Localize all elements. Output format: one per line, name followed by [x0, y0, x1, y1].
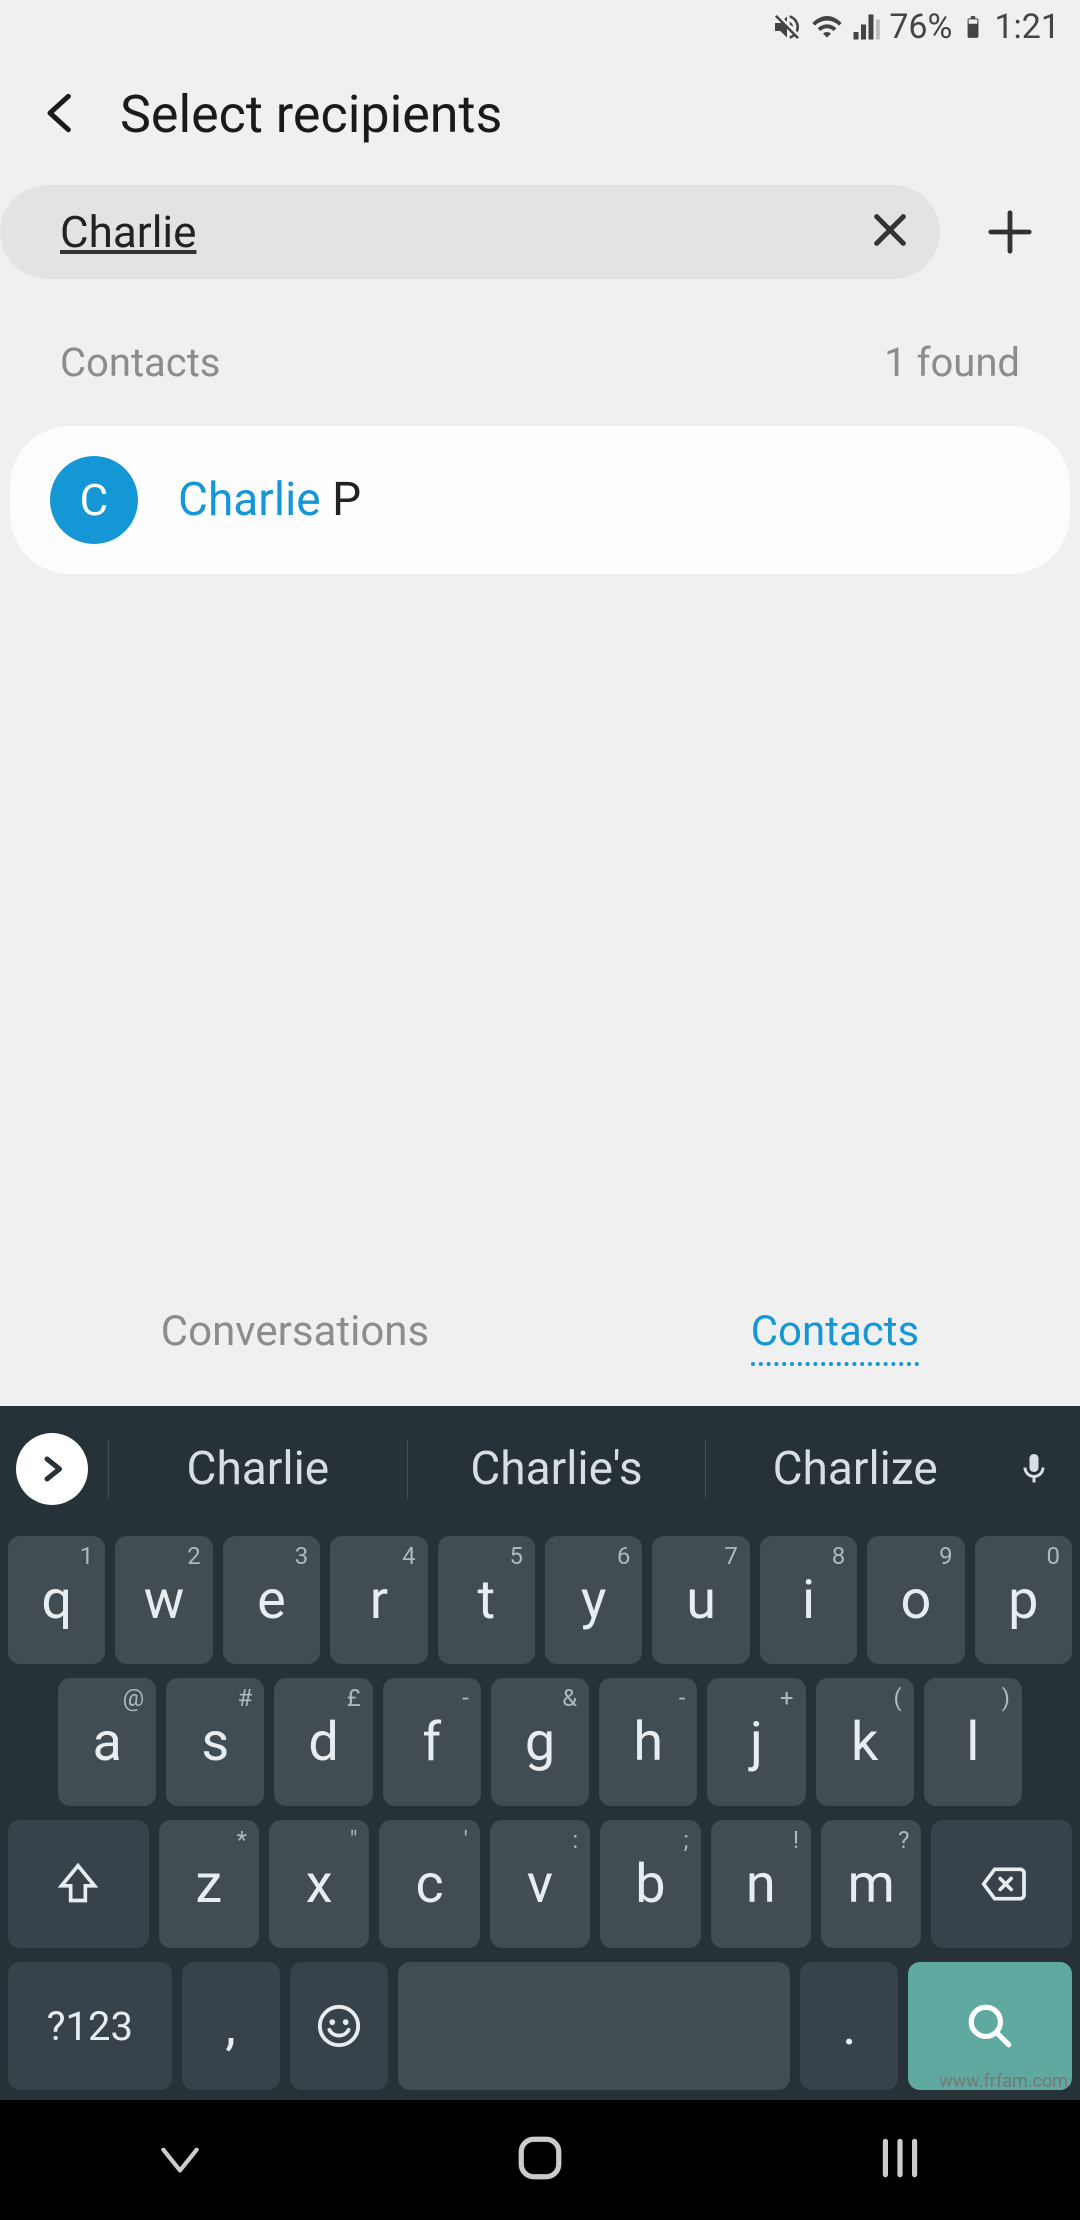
clock-text: 1:21 — [994, 7, 1060, 47]
key-row-3: z*x"c'v:b;n!m? — [8, 1820, 1072, 1948]
battery-icon — [960, 9, 986, 45]
shift-key[interactable] — [8, 1820, 149, 1948]
suggestion-1[interactable]: Charlie — [108, 1439, 407, 1499]
key-i[interactable]: i8 — [760, 1536, 857, 1664]
key-row-2: a@s#d£f-g&h-j+k(l) — [8, 1678, 1072, 1806]
key-x[interactable]: x" — [269, 1820, 369, 1948]
results-meta: Contacts 1 found — [0, 319, 1080, 406]
key-row-4: ?123 , . — [8, 1962, 1072, 2090]
comma-key[interactable]: , — [182, 1962, 280, 2090]
space-key[interactable] — [398, 1962, 791, 2090]
key-u[interactable]: u7 — [652, 1536, 749, 1664]
key-a[interactable]: a@ — [58, 1678, 156, 1806]
nav-home[interactable] — [515, 2133, 565, 2187]
suggestion-2[interactable]: Charlie's — [407, 1439, 706, 1499]
period-key[interactable]: . — [800, 1962, 898, 2090]
key-r[interactable]: r4 — [330, 1536, 427, 1664]
contact-name: Charlie P — [178, 473, 361, 527]
tab-conversations[interactable]: Conversations — [161, 1307, 429, 1366]
key-g[interactable]: g& — [491, 1678, 589, 1806]
spacer — [0, 594, 1080, 1277]
emoji-key[interactable] — [290, 1962, 388, 2090]
header: Select recipients — [0, 54, 1080, 185]
contact-row[interactable]: C Charlie P — [10, 426, 1070, 574]
expand-suggestions-button[interactable] — [16, 1433, 88, 1505]
section-label: Contacts — [60, 339, 220, 386]
nav-back[interactable] — [155, 2133, 205, 2187]
key-z[interactable]: z* — [159, 1820, 259, 1948]
signal-icon — [851, 12, 881, 42]
key-s[interactable]: s# — [166, 1678, 264, 1806]
symbols-key[interactable]: ?123 — [8, 1962, 172, 2090]
key-w[interactable]: w2 — [115, 1536, 212, 1664]
avatar: C — [50, 456, 138, 544]
key-k[interactable]: k( — [816, 1678, 914, 1806]
key-q[interactable]: q1 — [8, 1536, 105, 1664]
key-row-1: q1w2e3r4t5y6u7i8o9p0 — [8, 1536, 1072, 1664]
status-bar: 76% 1:21 — [0, 0, 1080, 54]
key-n[interactable]: n! — [711, 1820, 811, 1948]
battery-text: 76% — [889, 7, 952, 47]
add-button[interactable] — [960, 209, 1060, 255]
count-label: 1 found — [884, 339, 1020, 386]
key-h[interactable]: h- — [599, 1678, 697, 1806]
backspace-key[interactable] — [931, 1820, 1072, 1948]
key-m[interactable]: m? — [821, 1820, 921, 1948]
tabs: Conversations Contacts — [0, 1277, 1080, 1406]
key-d[interactable]: d£ — [274, 1678, 372, 1806]
key-e[interactable]: e3 — [223, 1536, 320, 1664]
search-input[interactable]: Charlie — [60, 206, 870, 258]
page-title: Select recipients — [120, 84, 502, 145]
key-b[interactable]: b; — [600, 1820, 700, 1948]
key-v[interactable]: v: — [490, 1820, 590, 1948]
wifi-icon — [811, 11, 843, 43]
key-y[interactable]: y6 — [545, 1536, 642, 1664]
back-button[interactable] — [40, 85, 80, 145]
nav-recents[interactable] — [875, 2133, 925, 2187]
watermark: www.frfam.com — [939, 2071, 1068, 2092]
key-o[interactable]: o9 — [867, 1536, 964, 1664]
search-field[interactable]: Charlie — [0, 185, 940, 279]
suggestion-3[interactable]: Charlize — [705, 1439, 1004, 1499]
mic-button[interactable] — [1004, 1444, 1064, 1494]
tab-contacts[interactable]: Contacts — [751, 1307, 919, 1366]
key-f[interactable]: f- — [383, 1678, 481, 1806]
key-p[interactable]: p0 — [975, 1536, 1072, 1664]
key-c[interactable]: c' — [379, 1820, 479, 1948]
key-j[interactable]: j+ — [707, 1678, 805, 1806]
clear-search-button[interactable] — [870, 210, 910, 254]
suggestion-row: Charlie Charlie's Charlize — [8, 1416, 1072, 1522]
search-row: Charlie — [0, 185, 1080, 319]
key-l[interactable]: l) — [924, 1678, 1022, 1806]
key-t[interactable]: t5 — [438, 1536, 535, 1664]
mute-icon — [771, 11, 803, 43]
keyboard: Charlie Charlie's Charlize q1w2e3r4t5y6u… — [0, 1406, 1080, 2100]
nav-bar — [0, 2100, 1080, 2220]
